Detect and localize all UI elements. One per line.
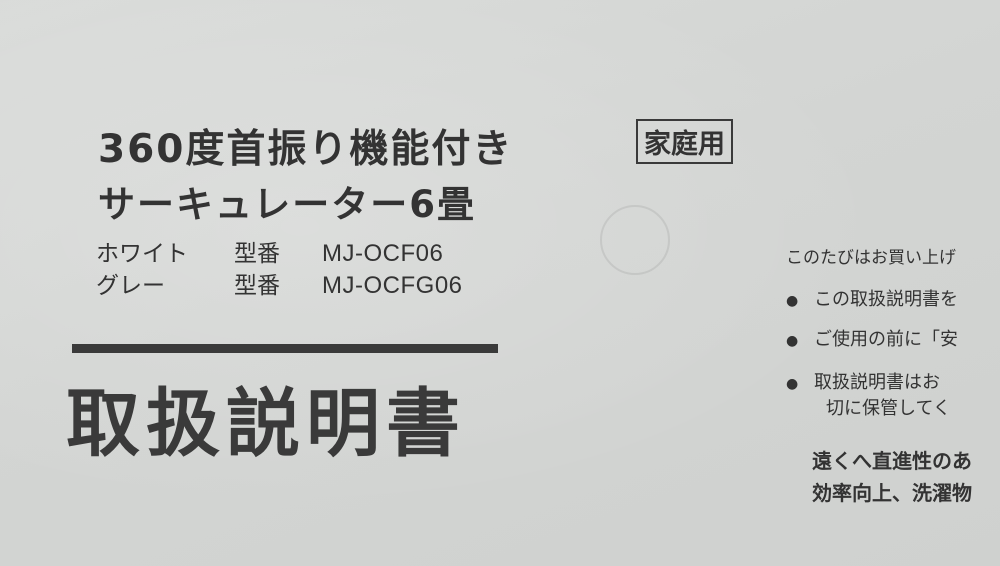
model-color: ホワイト bbox=[96, 241, 188, 267]
household-use-badge: 家庭用 bbox=[636, 119, 733, 164]
show-through-circle bbox=[600, 205, 670, 275]
manual-title: 取扱説明書 bbox=[66, 381, 466, 467]
product-title-line2: サーキュレーター6畳 bbox=[98, 183, 477, 226]
model-number: MJ-OCFG06 bbox=[322, 272, 463, 299]
title-divider bbox=[72, 344, 498, 353]
model-row-gray: グレー 型番 MJ-OCFG06 bbox=[96, 266, 463, 300]
bullet-text: この取扱説明書を bbox=[814, 289, 958, 310]
bullet-item: ● 取扱説明書はお bbox=[786, 368, 940, 394]
model-number-label: 型番 bbox=[234, 241, 280, 267]
model-color: グレー bbox=[96, 273, 165, 299]
bullet-dot-icon: ● bbox=[786, 333, 799, 349]
model-number-label: 型番 bbox=[234, 273, 280, 299]
product-title-line1: 360度首振り機能付き bbox=[98, 127, 514, 172]
feature-line: 遠くへ直進性のあ bbox=[812, 449, 972, 473]
bullet-dot-icon: ● bbox=[786, 293, 799, 309]
intro-text: このたびはお買い上げ bbox=[786, 248, 956, 268]
model-number: MJ-OCF06 bbox=[322, 240, 444, 267]
feature-line: 効率向上、洗濯物 bbox=[812, 481, 972, 505]
bullet-continuation: 切に保管してく bbox=[826, 398, 951, 419]
bullet-item: ● ご使用の前に「安 bbox=[786, 325, 958, 351]
bullet-text: 取扱説明書はお bbox=[814, 372, 940, 393]
bullet-item: ● この取扱説明書を bbox=[786, 285, 958, 311]
bullet-dot-icon: ● bbox=[786, 376, 799, 392]
bullet-text: ご使用の前に「安 bbox=[814, 329, 958, 350]
model-row-white: ホワイト 型番 MJ-OCF06 bbox=[96, 234, 443, 268]
